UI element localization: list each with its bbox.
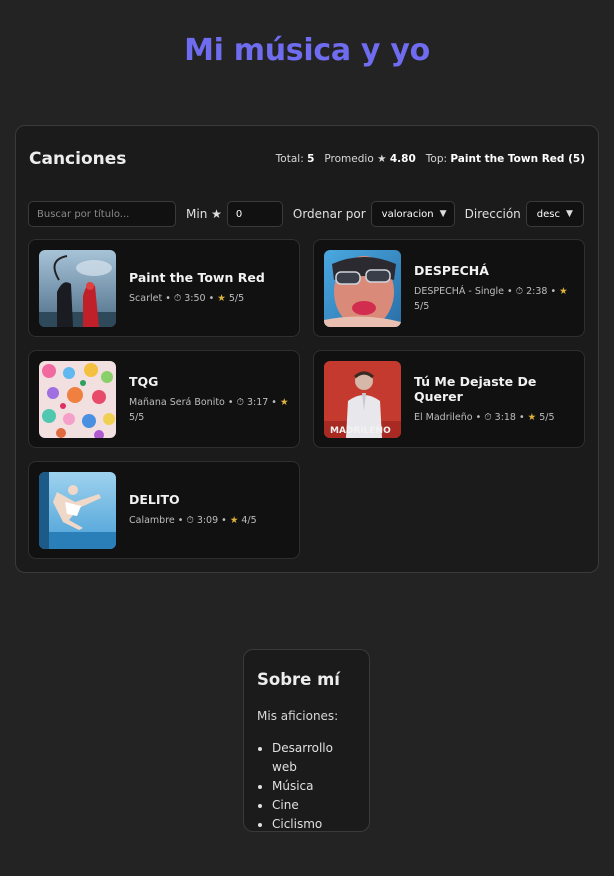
min-rating-label: Min ★ bbox=[186, 207, 222, 221]
direction-label: Dirección bbox=[464, 207, 521, 221]
hobby-list: Desarrollo web Música Cine Ciclismo bbox=[257, 739, 356, 834]
star-icon: ★ bbox=[279, 396, 289, 408]
filter-controls: Min ★ 0 Ordenar por valoracion ▼ Direcci… bbox=[28, 201, 585, 227]
list-item: Cine bbox=[272, 796, 356, 815]
list-item: Música bbox=[272, 777, 356, 796]
song-card[interactable]: Paint the Town Red Scarlet • ⏱ 3:50 • ★ … bbox=[28, 239, 300, 337]
album-cover bbox=[39, 250, 116, 327]
songs-stats: Total: 5 Promedio ★ 4.80 Top: Paint the … bbox=[276, 153, 585, 165]
songs-panel: Canciones Total: 5 Promedio ★ 4.80 Top: … bbox=[15, 125, 599, 573]
chevron-down-icon: ▼ bbox=[439, 209, 447, 219]
star-icon: ★ bbox=[229, 515, 239, 526]
chevron-down-icon: ▼ bbox=[565, 209, 573, 219]
song-title: DELITO bbox=[129, 492, 180, 507]
song-info: Tú Me Dejaste De Querer El Madrileño • ⏱… bbox=[414, 351, 574, 447]
song-info: DESPECHÁ DESPECHÁ - Single • ⏱ 2:38 • ★ … bbox=[414, 240, 574, 336]
song-card[interactable]: MADRILEÑO Tú Me Dejaste De Querer El Mad… bbox=[313, 350, 585, 448]
stat-average: Promedio ★ 4.80 bbox=[324, 153, 416, 165]
song-card[interactable]: TQG Mañana Será Bonito • ⏱ 3:17 • ★ 5/5 bbox=[28, 350, 300, 448]
star-icon: ★ bbox=[217, 293, 226, 304]
song-meta: Scarlet • ⏱ 3:50 • ★ 5/5 bbox=[129, 293, 245, 304]
album-cover bbox=[39, 472, 116, 549]
song-rating: 5/5 bbox=[228, 293, 245, 304]
song-rating: 5/5 bbox=[129, 411, 145, 423]
sort-select[interactable]: valoracion ▼ bbox=[370, 201, 455, 227]
stat-total: Total: 5 bbox=[275, 153, 315, 165]
sort-label: Ordenar por bbox=[292, 207, 366, 221]
page-title: Mi música y yo bbox=[184, 33, 430, 68]
song-card[interactable]: DELITO Calambre • ⏱ 3:09 • ★ 4/5 bbox=[28, 461, 300, 559]
search-input[interactable] bbox=[28, 201, 176, 227]
songs-heading: Canciones bbox=[29, 149, 127, 169]
stat-top: Top: Paint the Town Red (5) bbox=[425, 153, 585, 165]
direction-select[interactable]: desc ▼ bbox=[525, 201, 584, 227]
song-title: Paint the Town Red bbox=[129, 270, 265, 285]
album-cover: MADRILEÑO bbox=[324, 361, 401, 438]
song-rating: 5/5 bbox=[539, 411, 555, 423]
list-item: Desarrollo web bbox=[272, 739, 356, 777]
song-rating: 5/5 bbox=[414, 300, 430, 312]
list-item: Ciclismo bbox=[272, 815, 356, 834]
song-title: DESPECHÁ bbox=[414, 262, 489, 278]
song-info: TQG Mañana Será Bonito • ⏱ 3:17 • ★ 5/5 bbox=[129, 351, 289, 447]
song-meta: Mañana Será Bonito • ⏱ 3:17 • ★ 5/5 bbox=[129, 396, 289, 423]
about-heading: Sobre mí bbox=[257, 670, 340, 689]
album-cover bbox=[39, 361, 116, 438]
album-cover bbox=[324, 250, 401, 327]
star-icon: ★ bbox=[527, 411, 537, 423]
song-title: TQG bbox=[129, 373, 159, 389]
star-icon: ★ bbox=[559, 285, 568, 297]
direction-select-value: desc bbox=[536, 208, 560, 220]
song-info: Paint the Town Red Scarlet • ⏱ 3:50 • ★ … bbox=[129, 240, 289, 336]
about-panel: Sobre mí Mis aficiones: Desarrollo web M… bbox=[243, 649, 370, 832]
songs-panel-header: Canciones Total: 5 Promedio ★ 4.80 Top: … bbox=[29, 148, 585, 170]
min-rating-input[interactable]: 0 bbox=[226, 201, 283, 227]
song-rating: 4/5 bbox=[241, 515, 257, 526]
song-card[interactable]: DESPECHÁ DESPECHÁ - Single • ⏱ 2:38 • ★ … bbox=[313, 239, 585, 337]
song-info: DELITO Calambre • ⏱ 3:09 • ★ 4/5 bbox=[129, 462, 289, 558]
song-meta: El Madrileño • ⏱ 3:18 • ★ 5/5 bbox=[414, 411, 555, 423]
song-meta: Calambre • ⏱ 3:09 • ★ 4/5 bbox=[129, 515, 257, 526]
sort-select-value: valoracion bbox=[381, 208, 434, 220]
song-meta: DESPECHÁ - Single • ⏱ 2:38 • ★ 5/5 bbox=[414, 285, 568, 312]
song-title: Tú Me Dejaste De Querer bbox=[414, 373, 537, 404]
cover-text: MADRILEÑO bbox=[330, 425, 391, 436]
about-intro: Mis aficiones: bbox=[257, 709, 339, 723]
